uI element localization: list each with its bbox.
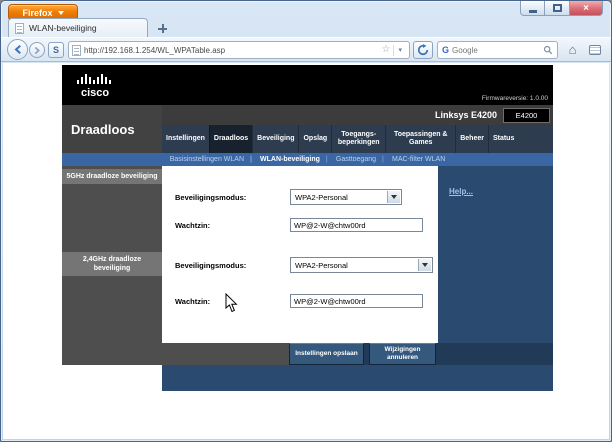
submenu-gasttoegang[interactable]: Gasttoegang bbox=[326, 156, 384, 163]
search-icon[interactable] bbox=[543, 45, 553, 55]
minimize-button[interactable] bbox=[520, 1, 545, 16]
menu-item-beveiliging[interactable]: Beveiliging bbox=[252, 125, 298, 153]
passphrase-input-5ghz[interactable] bbox=[290, 218, 423, 232]
home-button[interactable]: ⌂ bbox=[562, 39, 583, 60]
menu-item-opslag[interactable]: Opslag bbox=[298, 125, 331, 153]
bookmarks-button[interactable] bbox=[584, 39, 605, 60]
search-input[interactable] bbox=[452, 45, 540, 55]
titlebar: Firefox × WLAN-beveiliging bbox=[1, 1, 611, 37]
menu-item-toepassingen-games[interactable]: Toepassingen & Games bbox=[385, 125, 455, 153]
window-controls: × bbox=[520, 1, 603, 16]
menu-item-draadloos[interactable]: Draadloos bbox=[208, 125, 253, 153]
menu-item-beheer[interactable]: Beheer bbox=[455, 125, 488, 153]
search-bar[interactable]: G bbox=[437, 41, 558, 59]
chevron-down-icon bbox=[57, 10, 64, 15]
close-button[interactable]: × bbox=[570, 1, 603, 16]
back-arrow-icon bbox=[14, 45, 21, 54]
passphrase-input-24ghz[interactable] bbox=[290, 294, 423, 308]
minimize-icon bbox=[528, 9, 537, 13]
security-mode-label-24ghz: Beveiligingsmodus: bbox=[175, 261, 247, 270]
menu-item-toegangsbeperkingen[interactable]: Toegangs-beperkingen bbox=[331, 125, 385, 153]
sidebar-footer bbox=[62, 343, 289, 365]
browser-window: Firefox × WLAN-beveiliging S ☆ bbox=[0, 0, 612, 442]
section-title-24ghz: 2,4GHz draadloze beveiliging bbox=[62, 252, 162, 277]
back-button[interactable] bbox=[7, 39, 28, 60]
submenu-mac-filter-wlan[interactable]: MAC-filter WLAN bbox=[382, 156, 453, 163]
bookmark-star-icon[interactable]: ☆ bbox=[379, 45, 394, 55]
cancel-changes-button[interactable]: Wijzigingen annuleren bbox=[369, 343, 436, 365]
site-favicon-icon bbox=[72, 44, 81, 56]
content-body: 5GHz draadloze beveiliging 2,4GHz draadl… bbox=[62, 166, 553, 343]
model-name: Linksys E4200 bbox=[434, 110, 497, 120]
security-mode-label-5ghz: Beveiligingsmodus: bbox=[175, 193, 247, 202]
action-row: Instellingen opslaan Wijzigingen annuler… bbox=[62, 343, 553, 365]
bookmarks-list-icon bbox=[588, 44, 601, 55]
footer-left-spacer bbox=[62, 365, 162, 391]
url-bar[interactable]: ☆ ▾ bbox=[68, 41, 410, 59]
menu-item-status[interactable]: Status bbox=[487, 125, 518, 153]
security-mode-select-5ghz[interactable]: WPA2-Personal bbox=[290, 189, 402, 205]
page-title: Draadloos bbox=[62, 105, 162, 153]
footer-bar bbox=[62, 365, 553, 391]
page-favicon-icon bbox=[15, 22, 24, 34]
url-history-dropdown-icon[interactable]: ▾ bbox=[394, 47, 406, 54]
cisco-logo: cisco bbox=[77, 73, 111, 99]
forward-button[interactable] bbox=[29, 42, 45, 58]
model-badge: E4200 bbox=[503, 107, 550, 123]
submenu-basisinstellingen-wlan[interactable]: Basisinstellingen WLAN bbox=[162, 156, 252, 163]
passphrase-label-5ghz: Wachtzin: bbox=[175, 221, 211, 230]
form-area: Beveiligingsmodus: WPA2-Personal Wachtzi… bbox=[162, 166, 438, 343]
plus-icon bbox=[158, 24, 167, 33]
new-tab-button[interactable] bbox=[153, 22, 172, 35]
maximize-button[interactable] bbox=[545, 1, 570, 16]
forward-arrow-icon bbox=[34, 46, 40, 54]
google-engine-icon: G bbox=[442, 45, 450, 55]
mouse-cursor bbox=[225, 293, 238, 313]
action-buttons: Instellingen opslaan Wijzigingen annuler… bbox=[289, 343, 553, 365]
close-icon: × bbox=[583, 2, 589, 14]
footer-blue-bar bbox=[162, 365, 553, 391]
help-link[interactable]: Help... bbox=[449, 187, 473, 196]
passphrase-label-24ghz: Wachtzin: bbox=[175, 297, 211, 306]
tab-title: WLAN-beveiliging bbox=[29, 23, 97, 33]
chevron-down-icon bbox=[387, 191, 400, 203]
extension-icon: S bbox=[52, 45, 59, 55]
router-header: cisco Firmwareversie: 1.0.00 bbox=[62, 65, 553, 105]
url-input[interactable] bbox=[81, 45, 379, 55]
router-admin-ui: cisco Firmwareversie: 1.0.00 Linksys E42… bbox=[62, 65, 553, 391]
nav-toolbar: S ☆ ▾ G ⌂ bbox=[1, 37, 611, 62]
page-content: cisco Firmwareversie: 1.0.00 Linksys E42… bbox=[3, 63, 609, 439]
sub-menu: Basisinstellingen WLAN WLAN-beveiliging … bbox=[62, 153, 553, 166]
security-mode-value-24ghz: WPA2-Personal bbox=[295, 260, 348, 270]
home-icon: ⌂ bbox=[568, 42, 577, 57]
menu-item-instellingen[interactable]: Instellingen bbox=[162, 125, 209, 153]
tab-wlan-beveiliging[interactable]: WLAN-beveiliging bbox=[8, 18, 148, 37]
save-settings-button[interactable]: Instellingen opslaan bbox=[289, 343, 364, 365]
firefox-menu-label: Firefox bbox=[22, 7, 53, 18]
chevron-down-icon bbox=[418, 259, 431, 271]
security-mode-value-5ghz: WPA2-Personal bbox=[295, 192, 348, 202]
section-title-5ghz: 5GHz draadloze beveiliging bbox=[62, 169, 162, 185]
reload-icon bbox=[417, 44, 429, 56]
security-mode-select-24ghz[interactable]: WPA2-Personal bbox=[290, 257, 433, 273]
svg-text:cisco: cisco bbox=[81, 87, 109, 99]
help-column: Help... bbox=[438, 166, 553, 343]
extension-button[interactable]: S bbox=[48, 42, 64, 58]
reload-button[interactable] bbox=[413, 41, 433, 59]
firmware-version: Firmwareversie: 1.0.00 bbox=[481, 95, 548, 102]
submenu-wlan-beveiliging[interactable]: WLAN-beveiliging bbox=[250, 156, 328, 163]
section-sidebar: 5GHz draadloze beveiliging 2,4GHz draadl… bbox=[62, 166, 162, 343]
maximize-icon bbox=[552, 4, 562, 12]
